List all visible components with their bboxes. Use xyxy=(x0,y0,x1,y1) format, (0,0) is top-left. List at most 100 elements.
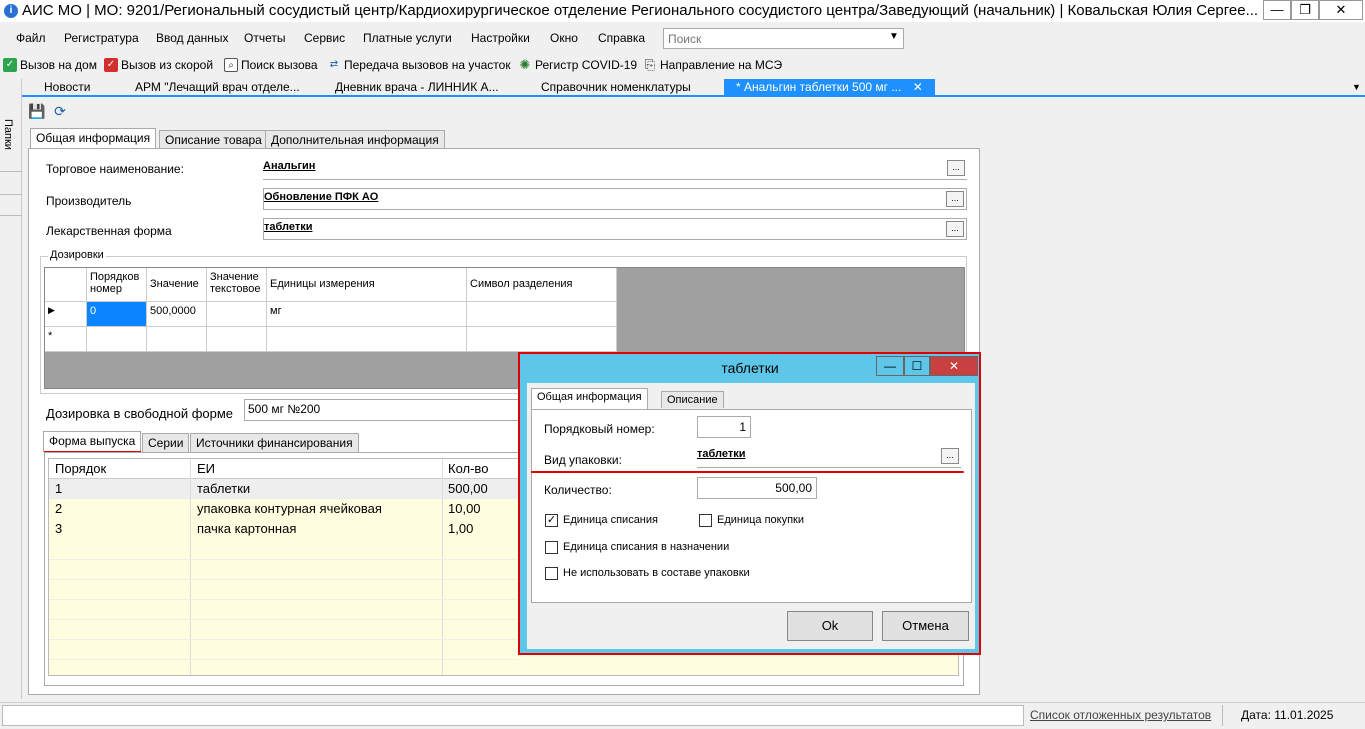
item-qty: 500,00 xyxy=(448,481,488,496)
menu-file[interactable]: Файл xyxy=(16,31,46,45)
toolbar-transfer-calls[interactable]: ⇄ Передача вызовов на участок xyxy=(327,57,511,73)
checkmark-icon: ✓ xyxy=(104,58,118,72)
folders-sidebar[interactable]: Папки xyxy=(0,79,22,699)
free-dosage-value: 500 мг №200 xyxy=(248,402,321,416)
dialog-tab-general[interactable]: Общая информация xyxy=(531,388,648,409)
pack-type-label: Вид упаковки: xyxy=(544,453,622,467)
ellipsis-button[interactable]: ... xyxy=(947,160,965,176)
doc-tab-arm[interactable]: АРМ "Лечащий врач отделе... xyxy=(135,79,300,96)
tab-general-info[interactable]: Общая информация xyxy=(30,128,157,149)
ok-button[interactable]: Ok xyxy=(787,611,873,641)
toolbar-ambulance-call[interactable]: ✓ Вызов из скорой xyxy=(104,57,213,73)
item-qty: 1,00 xyxy=(448,521,474,536)
deferred-results-link[interactable]: Список отложенных результатов xyxy=(1030,708,1211,722)
free-dosage-label: Дозировка в свободной форме xyxy=(46,406,234,421)
tab-additional-info[interactable]: Дополнительная информация xyxy=(265,130,445,149)
manufacturer-field[interactable]: Обновление ПФК АО ... xyxy=(263,188,967,210)
new-cell[interactable] xyxy=(147,327,207,352)
toolbar-mse-referral[interactable]: ⎘ Направление на МСЭ xyxy=(643,57,782,73)
doc-tab-news[interactable]: Новости xyxy=(44,79,90,96)
restore-button[interactable]: ❐ xyxy=(1291,0,1319,20)
cell-value[interactable]: 500,0000 xyxy=(147,302,207,327)
checkbox-writeoff-unit[interactable]: ✓ xyxy=(545,514,558,527)
ellipsis-button[interactable]: ... xyxy=(946,191,964,207)
doc-tab-nomenclature[interactable]: Справочник номенклатуры xyxy=(541,79,691,96)
col-value[interactable]: Значение xyxy=(147,268,207,302)
tab-series[interactable]: Серии xyxy=(142,433,190,452)
cell-order[interactable]: 0 xyxy=(87,302,147,327)
dialog-minimize-button[interactable]: — xyxy=(876,356,904,376)
menu-registry[interactable]: Регистратура xyxy=(64,31,139,45)
app-icon: i xyxy=(4,4,18,18)
close-icon[interactable]: ✕ xyxy=(913,80,923,94)
tab-release-form[interactable]: Форма выпуска xyxy=(43,431,142,452)
status-divider xyxy=(1222,705,1223,726)
search-input[interactable] xyxy=(663,28,904,49)
toolbar-home-call[interactable]: ✓ Вызов на дом xyxy=(3,57,97,73)
item-unit: упаковка контурная ячейковая xyxy=(197,501,382,516)
pack-type-value: таблетки xyxy=(697,448,746,460)
column-divider xyxy=(190,459,191,675)
new-cell[interactable] xyxy=(267,327,467,352)
col-units[interactable]: Единицы измерения xyxy=(267,268,467,302)
free-dosage-field[interactable]: 500 мг №200 xyxy=(244,399,534,421)
minimize-button[interactable]: — xyxy=(1263,0,1291,20)
dialog-tab-description[interactable]: Описание xyxy=(661,391,724,408)
menu-paid-services[interactable]: Платные услуги xyxy=(363,31,452,45)
dosage-form-field[interactable]: таблетки ... xyxy=(263,218,967,240)
dosage-form-label: Лекарственная форма xyxy=(46,224,172,238)
list-item[interactable]: 1 таблетки 500,00 xyxy=(49,479,519,499)
new-cell[interactable] xyxy=(467,327,617,352)
menu-help[interactable]: Справка xyxy=(598,31,645,45)
new-cell[interactable] xyxy=(87,327,147,352)
col-text-value[interactable]: Значение текстовое xyxy=(207,268,267,302)
checkbox-purchase-unit[interactable] xyxy=(699,514,712,527)
toolbar-label: Вызов из скорой xyxy=(121,58,214,72)
col-order-number[interactable]: Порядков номер xyxy=(87,268,147,302)
col-separator[interactable]: Символ разделения xyxy=(467,268,617,302)
doc-tab-analgin[interactable]: * Анальгин таблетки 500 мг ... ✕ xyxy=(724,79,935,96)
chevron-down-icon[interactable]: ▼ xyxy=(887,31,901,45)
packaging-dialog: таблетки — ☐ ✕ Общая информация Описание… xyxy=(518,352,981,655)
checkbox-not-use[interactable] xyxy=(545,567,558,580)
tab-funding-sources[interactable]: Источники финансирования xyxy=(190,433,359,452)
dialog-maximize-button[interactable]: ☐ xyxy=(904,356,930,376)
cell-units[interactable]: мг xyxy=(267,302,467,327)
cell-text-value[interactable] xyxy=(207,302,267,327)
order-number-input[interactable]: 1 xyxy=(697,416,751,438)
close-button[interactable]: ✕ xyxy=(1319,0,1363,20)
menu-data-entry[interactable]: Ввод данных xyxy=(156,31,229,45)
toolbar-covid-registry[interactable]: ✺ Регистр COVID-19 xyxy=(518,57,638,73)
trade-name-field[interactable]: Анальгин ... xyxy=(263,158,967,180)
tab-product-description[interactable]: Описание товара xyxy=(159,130,268,149)
save-icon[interactable]: 💾 xyxy=(28,103,45,119)
ellipsis-button[interactable]: ... xyxy=(946,221,964,237)
cancel-button[interactable]: Отмена xyxy=(882,611,969,641)
row-divider xyxy=(49,659,519,660)
cell-separator[interactable] xyxy=(467,302,617,327)
new-cell[interactable] xyxy=(207,327,267,352)
doc-tab-diary[interactable]: Дневник врача - ЛИННИК А... xyxy=(335,79,499,96)
referral-icon: ⎘ xyxy=(644,57,656,72)
col-qty[interactable]: Кол-во xyxy=(448,461,488,476)
quantity-input[interactable]: 500,00 xyxy=(697,477,817,499)
dosages-group-title: Дозировки xyxy=(48,249,106,261)
dialog-close-button[interactable]: ✕ xyxy=(930,356,978,376)
menu-reports[interactable]: Отчеты xyxy=(244,31,285,45)
list-item[interactable]: 3 пачка картонная 1,00 xyxy=(49,519,519,539)
grid-corner xyxy=(45,268,87,302)
menu-window[interactable]: Окно xyxy=(550,31,578,45)
chevron-down-icon[interactable]: ▼ xyxy=(1352,82,1361,92)
pack-type-field[interactable]: таблетки ... xyxy=(697,446,961,468)
menu-settings[interactable]: Настройки xyxy=(471,31,530,45)
status-date: Дата: 11.01.2025 xyxy=(1241,708,1334,722)
toolbar-search-call[interactable]: ⌕ Поиск вызова xyxy=(224,57,318,73)
menu-service[interactable]: Сервис xyxy=(304,31,345,45)
checkbox-writeoff-assign[interactable] xyxy=(545,541,558,554)
refresh-icon[interactable]: ⟳ xyxy=(52,103,68,119)
col-unit[interactable]: ЕИ xyxy=(197,461,215,476)
col-order[interactable]: Порядок xyxy=(55,461,106,476)
list-item[interactable]: 2 упаковка контурная ячейковая 10,00 xyxy=(49,499,519,519)
ellipsis-button[interactable]: ... xyxy=(941,448,959,464)
purchase-unit-label: Единица покупки xyxy=(717,514,805,526)
